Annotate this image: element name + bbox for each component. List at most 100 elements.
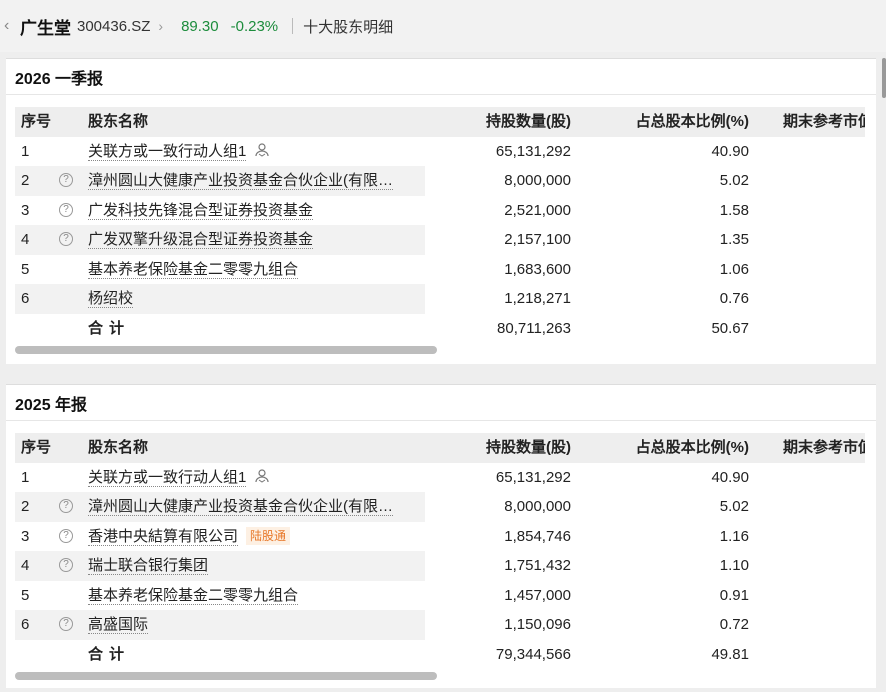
row-index: 1 (21, 468, 30, 486)
connect-tag: 陆股通 (246, 526, 291, 545)
shares-value: 2,521,000 (504, 201, 571, 219)
question-icon-wrap[interactable]: ? (59, 196, 75, 226)
table-row[interactable]: 6? 高盛国际 1,150,096 0.72 (15, 610, 865, 640)
shares-value: 1,683,600 (504, 260, 571, 278)
section-card: 2026 一季报 序号 股东名称 持股数量(股) 占总股本比例(%) 期末参考市值 1 关联… (6, 58, 876, 364)
shares-value: 1,218,271 (504, 290, 571, 307)
shareholder-name-cell[interactable]: 高盛国际 (88, 610, 425, 640)
shareholder-name-cell[interactable]: 广发科技先锋混合型证券投资基金 (88, 196, 425, 226)
divider (292, 18, 294, 34)
shareholder-name-cell[interactable]: 杨绍校 (88, 284, 425, 314)
total-ratio: 49.81 (711, 645, 749, 663)
column-header-market-value[interactable]: 期末参考市值 (783, 107, 865, 137)
column-header-ratio[interactable]: 占总股本比例(%) (571, 433, 749, 463)
table-row[interactable]: 5 基本养老保险基金二零零九组合 1,457,000 0.91 (15, 580, 865, 611)
table-row[interactable]: 1 关联方或一致行动人组1 65,131,292 40.90 (15, 462, 865, 493)
question-icon-wrap[interactable]: ? (59, 492, 75, 522)
shareholder-name[interactable]: 基本养老保险基金二零零九组合 (88, 260, 299, 279)
question-icon-wrap[interactable]: ? (59, 610, 75, 640)
question-icon-wrap[interactable]: ? (59, 522, 75, 552)
question-icon[interactable]: ? (59, 617, 73, 632)
question-icon-wrap[interactable]: ? (59, 225, 75, 255)
row-index: 5 (21, 586, 30, 604)
chevron-left-icon[interactable]: ‹ (4, 17, 18, 35)
section-title: 2025 年报 (6, 385, 876, 421)
table-row[interactable]: 3? 广发科技先锋混合型证券投资基金 2,521,000 1.58 (15, 195, 865, 226)
column-header-ratio[interactable]: 占总股本比例(%) (571, 107, 749, 137)
stock-name[interactable]: 广生堂 (20, 14, 71, 39)
question-icon[interactable]: ? (59, 232, 73, 247)
shares-value: 1,457,000 (504, 586, 571, 604)
shareholder-name-cell[interactable]: 漳州圆山大健康产业投资基金合伙企业(有限… (88, 492, 425, 522)
question-icon[interactable]: ? (59, 558, 73, 573)
shareholder-name-cell[interactable]: 基本养老保险基金二零零九组合 (88, 255, 425, 285)
row-index: 4 (21, 231, 30, 248)
ratio-value: 0.76 (719, 290, 749, 307)
shareholder-name-cell[interactable]: 香港中央結算有限公司 陆股通 (88, 522, 425, 552)
shareholder-name[interactable]: 关联方或一致行动人组1 (88, 142, 247, 161)
ratio-value: 40.90 (711, 468, 749, 486)
total-ratio: 50.67 (711, 319, 749, 337)
chevron-right-icon[interactable]: › (158, 18, 163, 34)
shareholder-name-cell[interactable]: 广发双擎升级混合型证券投资基金 (88, 225, 425, 255)
horizontal-scrollbar[interactable] (15, 346, 437, 354)
shareholder-name[interactable]: 漳州圆山大健康产业投资基金合伙企业(有限… (88, 498, 393, 516)
row-index: 2 (21, 498, 30, 515)
user-group-icon[interactable] (254, 468, 270, 484)
row-index: 4 (21, 557, 30, 574)
shares-value: 2,157,100 (504, 231, 571, 248)
shareholder-name-cell[interactable]: 关联方或一致行动人组1 (88, 463, 425, 493)
column-header-name: 股东名称 (88, 439, 149, 456)
shareholder-name[interactable]: 高盛国际 (88, 616, 149, 634)
question-icon[interactable]: ? (59, 499, 73, 514)
stock-price: 89.30 (181, 17, 219, 35)
column-header-name: 股东名称 (88, 113, 149, 130)
ratio-value: 40.90 (711, 142, 749, 160)
shares-value: 1,854,746 (504, 527, 571, 545)
table-header: 序号 股东名称 持股数量(股) 占总股本比例(%) 期末参考市值 (15, 433, 865, 463)
horizontal-scrollbar[interactable] (15, 672, 437, 680)
table-row[interactable]: 2? 漳州圆山大健康产业投资基金合伙企业(有限… 8,000,000 5.02 (15, 166, 865, 196)
ratio-value: 1.35 (719, 231, 749, 248)
table-row[interactable]: 1 关联方或一致行动人组1 65,131,292 40.90 (15, 136, 865, 167)
ratio-value: 5.02 (719, 172, 749, 189)
table-header: 序号 股东名称 持股数量(股) 占总股本比例(%) 期末参考市值 (15, 107, 865, 137)
shareholder-name-cell[interactable]: 漳州圆山大健康产业投资基金合伙企业(有限… (88, 166, 425, 196)
question-icon[interactable]: ? (59, 528, 73, 543)
vertical-scrollbar[interactable] (882, 58, 886, 98)
table-row[interactable]: 6 杨绍校 1,218,271 0.76 (15, 284, 865, 314)
ratio-value: 0.91 (719, 586, 749, 604)
table-row[interactable]: 5 基本养老保险基金二零零九组合 1,683,600 1.06 (15, 254, 865, 285)
stock-change: -0.23% (230, 17, 279, 35)
question-icon[interactable]: ? (59, 173, 73, 188)
shareholder-name[interactable]: 广发双擎升级混合型证券投资基金 (88, 231, 314, 249)
shareholder-name[interactable]: 瑞士联合银行集团 (88, 557, 209, 575)
shareholder-name[interactable]: 杨绍校 (88, 290, 134, 308)
table-row[interactable]: 4? 瑞士联合银行集团 1,751,432 1.10 (15, 551, 865, 581)
ratio-value: 1.10 (719, 557, 749, 574)
shareholder-name[interactable]: 广发科技先锋混合型证券投资基金 (88, 201, 314, 220)
column-header-market-value[interactable]: 期末参考市值 (783, 433, 865, 463)
shareholder-name[interactable]: 基本养老保险基金二零零九组合 (88, 586, 299, 605)
shareholder-name[interactable]: 关联方或一致行动人组1 (88, 468, 247, 487)
shareholder-name-cell[interactable]: 基本养老保险基金二零零九组合 (88, 581, 425, 611)
shareholder-name[interactable]: 香港中央結算有限公司 (88, 527, 239, 546)
table-row[interactable]: 4? 广发双擎升级混合型证券投资基金 2,157,100 1.35 (15, 225, 865, 255)
section-title: 2026 一季报 (6, 59, 876, 95)
question-icon-wrap[interactable]: ? (59, 551, 75, 581)
user-group-icon[interactable] (254, 142, 270, 158)
question-icon-wrap[interactable]: ? (59, 166, 75, 196)
column-header-shares[interactable]: 持股数量(股) (425, 433, 571, 463)
shares-value: 65,131,292 (495, 468, 571, 486)
stock-code[interactable]: 300436.SZ (77, 18, 150, 35)
column-header-shares[interactable]: 持股数量(股) (425, 107, 571, 137)
shareholder-name-cell[interactable]: 关联方或一致行动人组1 (88, 137, 425, 167)
shareholder-name[interactable]: 漳州圆山大健康产业投资基金合伙企业(有限… (88, 172, 393, 190)
question-icon[interactable]: ? (59, 202, 73, 217)
column-header-index: 序号 (21, 113, 52, 130)
table-row[interactable]: 3? 香港中央結算有限公司 陆股通 1,854,746 1.16 (15, 521, 865, 552)
shareholder-name-cell[interactable]: 瑞士联合银行集团 (88, 551, 425, 581)
table-row[interactable]: 2? 漳州圆山大健康产业投资基金合伙企业(有限… 8,000,000 5.02 (15, 492, 865, 522)
row-index: 2 (21, 172, 30, 189)
total-label: 合计 (88, 319, 131, 337)
